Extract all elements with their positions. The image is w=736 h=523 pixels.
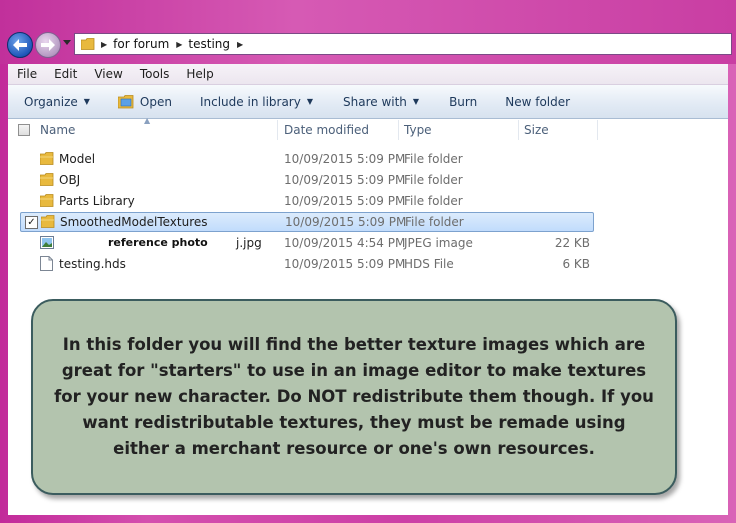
chevron-down-icon: ▼: [83, 97, 90, 106]
file-name: OBJ: [59, 173, 81, 187]
address-bar[interactable]: ▶ for forum ▶ testing ▶: [74, 33, 732, 55]
open-button[interactable]: Open: [110, 91, 180, 113]
open-label: Open: [139, 94, 172, 109]
command-bar: Organize ▼ Open Include in library ▼ Sha…: [8, 85, 728, 119]
file-date: 10/09/2015 5:09 PM: [284, 152, 406, 166]
column-divider[interactable]: [597, 120, 598, 140]
file-type: File folder: [404, 194, 463, 208]
menu-tools[interactable]: Tools: [131, 67, 178, 81]
file-type: File folder: [405, 215, 464, 229]
back-button[interactable]: [7, 32, 33, 58]
callout-text: In this folder you will find the better …: [54, 335, 654, 458]
document-file-icon: [40, 256, 53, 271]
file-name: Parts Library: [59, 194, 135, 208]
file-name: Model: [59, 152, 96, 166]
annotation-callout: In this folder you will find the better …: [31, 299, 677, 495]
arrow-left-icon: [13, 39, 27, 51]
column-name[interactable]: Name: [40, 119, 276, 141]
select-all-checkbox[interactable]: [18, 124, 30, 136]
column-date-label: Date modified: [284, 123, 370, 137]
column-date-modified[interactable]: Date modified: [284, 119, 398, 141]
row-checkbox[interactable]: ✓: [25, 216, 38, 229]
breadcrumb-item-testing[interactable]: testing: [188, 37, 230, 51]
folder-icon: [40, 173, 54, 186]
menu-bar: File Edit View Tools Help: [8, 64, 728, 85]
forward-button[interactable]: [35, 32, 61, 58]
column-header-row: ▲ Name Date modified Type Size: [8, 116, 728, 141]
menu-view[interactable]: View: [85, 67, 130, 81]
history-chevron-down-icon[interactable]: [63, 40, 71, 46]
file-size: 22 KB: [554, 236, 590, 250]
organize-button[interactable]: Organize ▼: [16, 91, 98, 113]
image-file-icon: [40, 236, 54, 249]
new-folder-label: New folder: [505, 94, 571, 109]
table-row[interactable]: reference photo j.jpg 10/09/2015 4:54 PM…: [20, 233, 594, 253]
table-row[interactable]: OBJ 10/09/2015 5:09 PM File folder: [20, 170, 594, 190]
table-row-selected[interactable]: ✓ SmoothedModelTextures 10/09/2015 5:09 …: [20, 212, 594, 232]
file-name: testing.hds: [59, 257, 126, 271]
column-name-label: Name: [40, 123, 76, 137]
column-size[interactable]: Size: [524, 119, 594, 141]
chevron-down-icon: ▼: [306, 97, 313, 106]
file-type: HDS File: [404, 257, 454, 271]
file-date: 10/09/2015 5:09 PM: [284, 194, 406, 208]
menu-file[interactable]: File: [8, 67, 45, 81]
table-row[interactable]: testing.hds 10/09/2015 5:09 PM HDS File …: [20, 254, 594, 274]
share-with-button[interactable]: Share with ▼: [335, 91, 427, 113]
arrow-right-icon: [41, 39, 55, 51]
breadcrumb-arrow-icon[interactable]: ▶: [176, 40, 182, 49]
title-bar: ▶ for forum ▶ testing ▶: [0, 0, 736, 64]
new-folder-button[interactable]: New folder: [497, 91, 578, 113]
file-type: File folder: [404, 173, 463, 187]
breadcrumb-item-for-forum[interactable]: for forum: [113, 37, 169, 51]
column-divider[interactable]: [398, 120, 399, 140]
file-date: 10/09/2015 5:09 PM: [284, 257, 406, 271]
file-name-suffix: j.jpg: [236, 236, 262, 250]
breadcrumb-arrow-icon[interactable]: ▶: [101, 40, 107, 49]
column-divider[interactable]: [518, 120, 519, 140]
burn-label: Burn: [449, 94, 478, 109]
file-date: 10/09/2015 5:09 PM: [284, 173, 406, 187]
file-type: JPEG image: [404, 236, 473, 250]
organize-label: Organize: [24, 94, 78, 109]
column-divider[interactable]: [277, 120, 278, 140]
file-date: 10/09/2015 4:54 PM: [284, 236, 406, 250]
column-size-label: Size: [524, 123, 549, 137]
include-in-library-button[interactable]: Include in library ▼: [192, 91, 321, 113]
open-folder-icon: [117, 94, 134, 108]
burn-button[interactable]: Burn: [441, 91, 485, 113]
share-with-label: Share with: [343, 94, 407, 109]
file-name-label: reference photo: [108, 236, 208, 249]
file-date: 10/09/2015 5:09 PM: [285, 215, 407, 229]
chevron-down-icon: ▼: [412, 97, 420, 106]
breadcrumb-arrow-icon[interactable]: ▶: [237, 40, 243, 49]
folder-icon: [41, 215, 55, 228]
column-type-label: Type: [404, 123, 432, 137]
file-name: SmoothedModelTextures: [60, 215, 208, 229]
column-type[interactable]: Type: [404, 119, 518, 141]
menu-edit[interactable]: Edit: [45, 67, 85, 81]
folder-icon: [40, 194, 54, 207]
folder-icon: [81, 38, 95, 50]
include-in-library-label: Include in library: [199, 94, 301, 109]
file-type: File folder: [404, 152, 463, 166]
file-size: 6 KB: [562, 257, 590, 271]
menu-help[interactable]: Help: [177, 67, 221, 81]
table-row[interactable]: Parts Library 10/09/2015 5:09 PM File fo…: [20, 191, 594, 211]
folder-icon: [40, 152, 54, 165]
table-row[interactable]: Model 10/09/2015 5:09 PM File folder: [20, 149, 594, 169]
